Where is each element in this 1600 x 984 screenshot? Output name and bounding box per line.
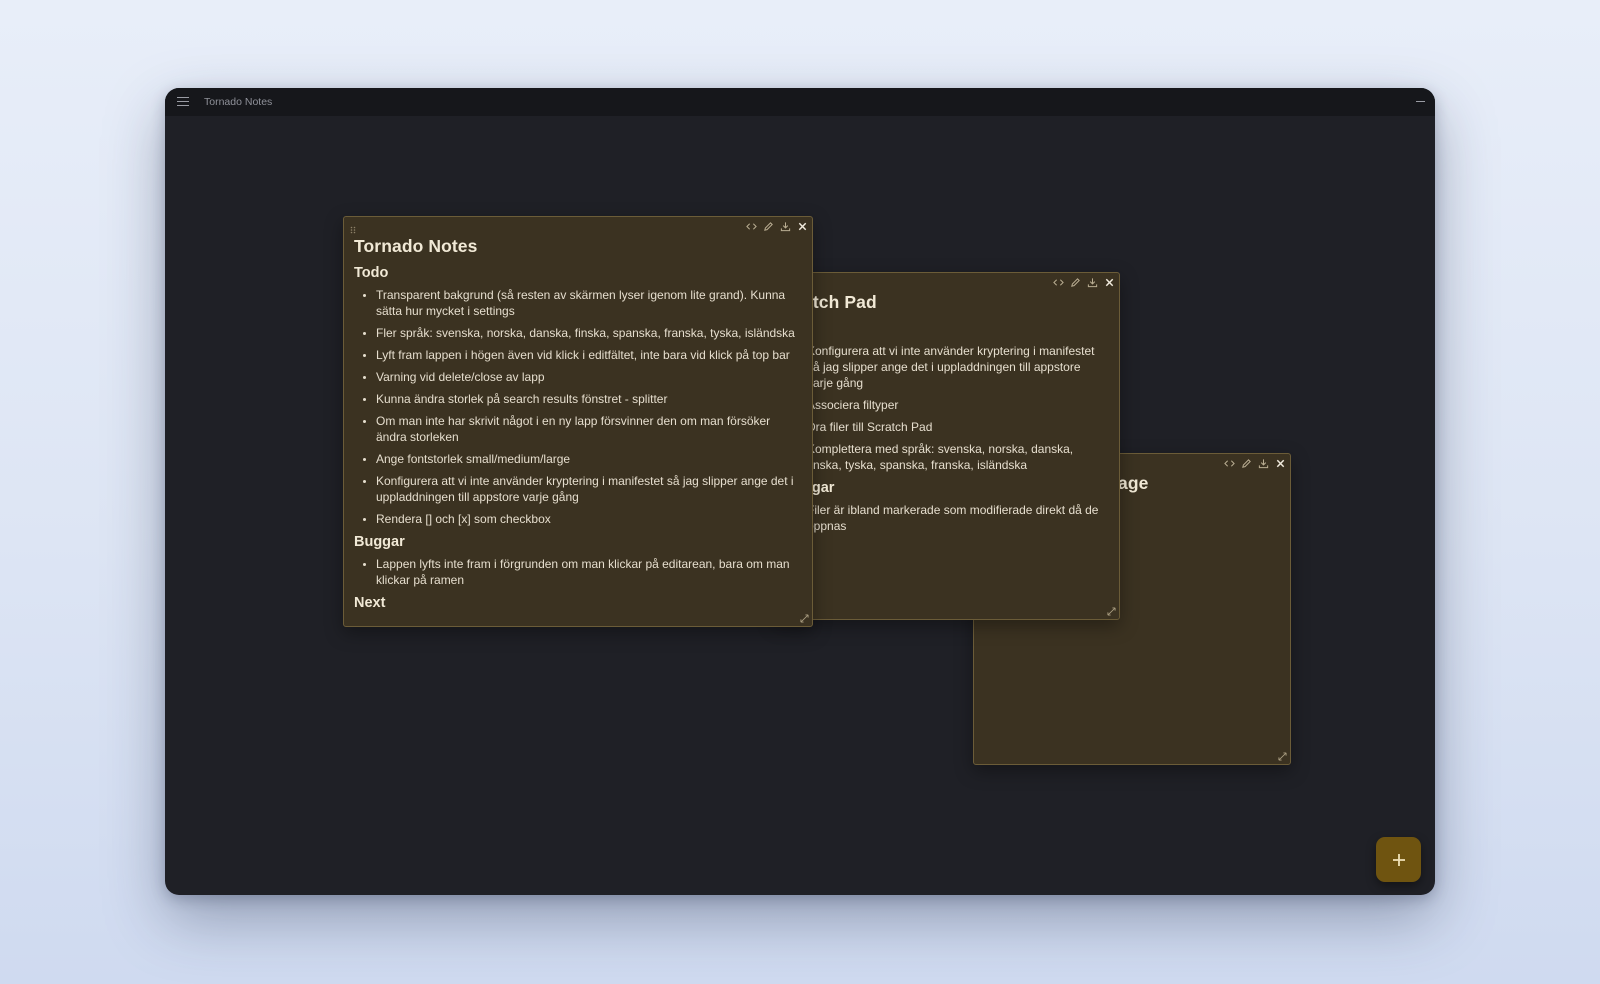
- list-item: Dra filer till Scratch Pad: [807, 420, 933, 434]
- app-title: Tornado Notes: [204, 96, 273, 108]
- edit-pencil-icon[interactable]: [1070, 277, 1081, 288]
- download-icon[interactable]: [1087, 277, 1098, 288]
- download-icon[interactable]: [1258, 458, 1269, 469]
- list-item: Konfigurera att vi inte använder krypter…: [376, 473, 802, 505]
- note-tornado-notes[interactable]: Tornado Notes Todo Transparent bakgrund …: [343, 216, 813, 627]
- minimize-icon[interactable]: [1416, 101, 1425, 103]
- list-item: Komplettera med språk: svenska, norska, …: [807, 442, 1074, 472]
- list-item: Fler språk: svenska, norska, danska, fin…: [376, 325, 802, 341]
- todo-list: Transparent bakgrund (så resten av skärm…: [354, 287, 802, 527]
- list-item: Varning vid delete/close av lapp: [376, 369, 802, 385]
- section-heading-todo: Todo: [354, 265, 389, 281]
- resize-handle-icon[interactable]: [1278, 752, 1287, 761]
- list-item: Lappen lyfts inte fram i förgrunden om m…: [376, 556, 802, 588]
- app-window: Tornado Notes age atch Pad o Konfigurera…: [165, 88, 1435, 895]
- section-heading: o: [803, 321, 1109, 337]
- list-item: Lyft fram lappen i högen även vid klick …: [376, 347, 802, 363]
- resize-handle-icon[interactable]: [1107, 607, 1116, 616]
- note-title: age: [1118, 473, 1149, 493]
- code-view-icon[interactable]: [1224, 458, 1235, 469]
- note-title: atch Pad: [803, 292, 877, 312]
- close-icon[interactable]: [1104, 277, 1115, 288]
- close-icon[interactable]: [797, 221, 808, 232]
- hamburger-menu-icon[interactable]: [177, 97, 189, 107]
- close-icon[interactable]: [1275, 458, 1286, 469]
- section-heading: ggar: [803, 480, 835, 496]
- edit-pencil-icon[interactable]: [1241, 458, 1252, 469]
- code-view-icon[interactable]: [1053, 277, 1064, 288]
- note-toolbar: [1053, 276, 1115, 288]
- note-title: Tornado Notes: [354, 236, 478, 256]
- drag-handle-icon[interactable]: [350, 221, 356, 234]
- title-bar: Tornado Notes: [165, 88, 1435, 116]
- note-scratch-pad[interactable]: atch Pad o Konfigurera att vi inte använ…: [775, 272, 1120, 620]
- list-item: Rendera [] och [x] som checkbox: [376, 511, 802, 527]
- bullet-list: Konfigurera att vi inte använder krypter…: [803, 343, 1109, 473]
- note-toolbar: [746, 220, 808, 232]
- list-item: Transparent bakgrund (så resten av skärm…: [376, 287, 802, 319]
- bullet-list: Filer är ibland markerade som modifierad…: [803, 502, 1109, 534]
- section-heading-buggar: Buggar: [354, 534, 405, 550]
- list-item: Associera filtyper: [807, 398, 899, 412]
- code-view-icon[interactable]: [746, 221, 757, 232]
- list-item: Ange fontstorlek small/medium/large: [376, 451, 802, 467]
- section-heading-next: Next: [354, 595, 386, 611]
- list-item: Filer är ibland markerade som modifierad…: [807, 503, 1099, 533]
- list-item: Om man inte har skrivit något i en ny la…: [376, 413, 802, 445]
- download-icon[interactable]: [780, 221, 791, 232]
- note-toolbar: [1224, 457, 1286, 469]
- plus-icon: [1392, 853, 1405, 866]
- add-note-button[interactable]: [1376, 837, 1421, 882]
- resize-handle-icon[interactable]: [800, 614, 809, 623]
- bug-list: Lappen lyfts inte fram i förgrunden om m…: [354, 556, 802, 588]
- edit-pencil-icon[interactable]: [763, 221, 774, 232]
- list-item: Konfigurera att vi inte använder krypter…: [807, 344, 1095, 390]
- list-item: Kunna ändra storlek på search results fö…: [376, 391, 802, 407]
